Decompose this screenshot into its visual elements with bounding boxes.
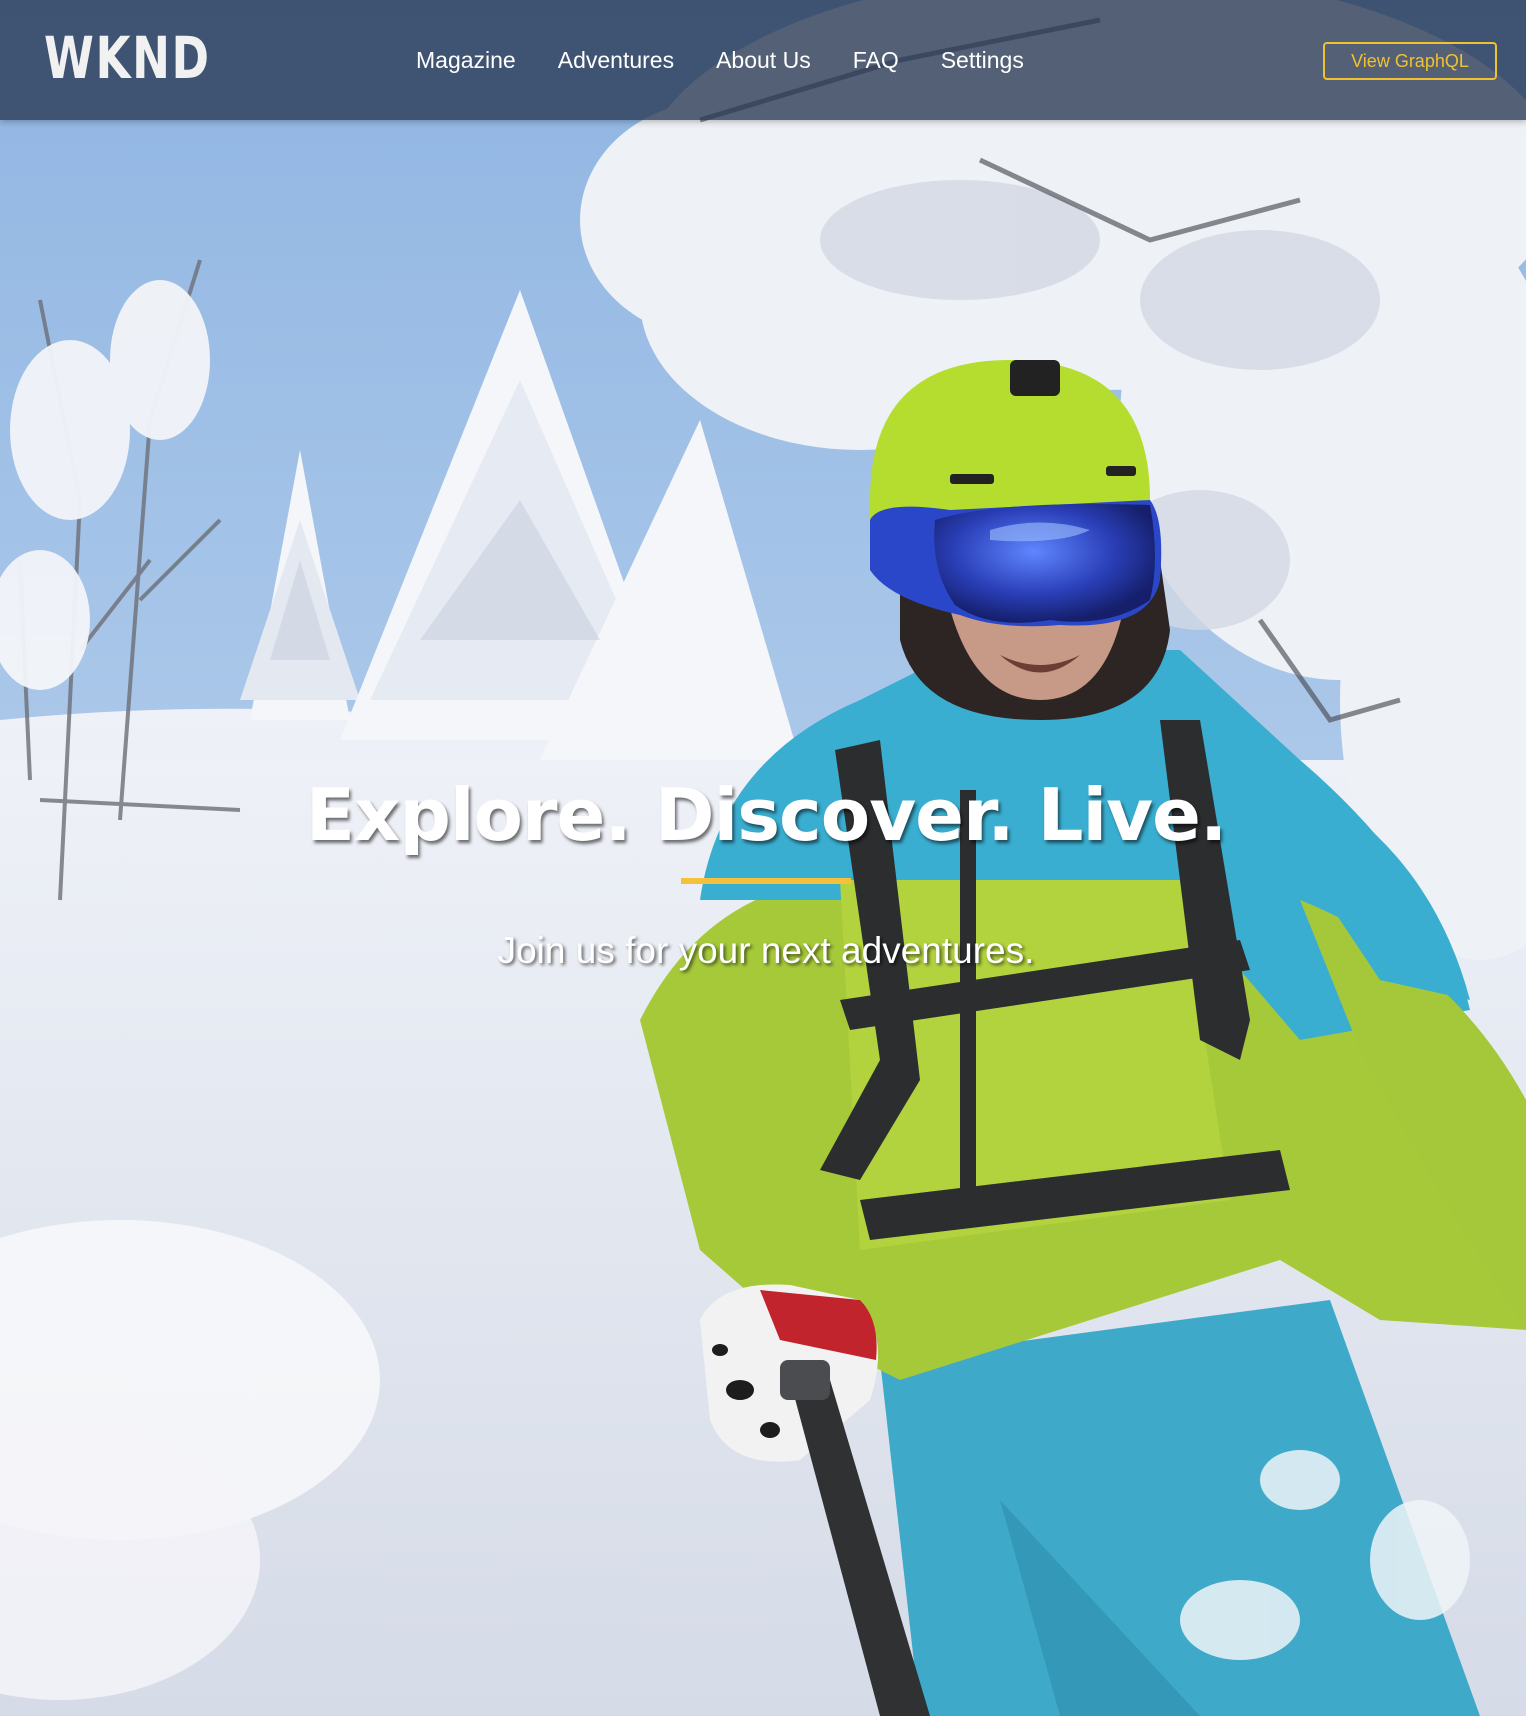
nav-item-magazine[interactable]: Magazine xyxy=(416,44,516,76)
wknd-logo[interactable]: WKND xyxy=(44,22,211,94)
hero-title: Explore. Discover. Live. xyxy=(305,773,1228,857)
nav-item-faq[interactable]: FAQ xyxy=(853,44,899,76)
main-nav: Magazine Adventures About Us FAQ Setting… xyxy=(416,44,1066,76)
hero-subtitle: Join us for your next adventures. xyxy=(497,930,1035,971)
site-header: WKND Magazine Adventures About Us FAQ Se… xyxy=(0,0,1526,120)
nav-item-adventures[interactable]: Adventures xyxy=(558,44,674,76)
nav-item-settings[interactable]: Settings xyxy=(941,44,1024,76)
nav-item-about-us[interactable]: About Us xyxy=(716,44,811,76)
view-graphql-button[interactable]: View GraphQL xyxy=(1323,42,1497,80)
hero-divider xyxy=(681,878,851,884)
page: WKND Magazine Adventures About Us FAQ Se… xyxy=(0,0,1526,1716)
